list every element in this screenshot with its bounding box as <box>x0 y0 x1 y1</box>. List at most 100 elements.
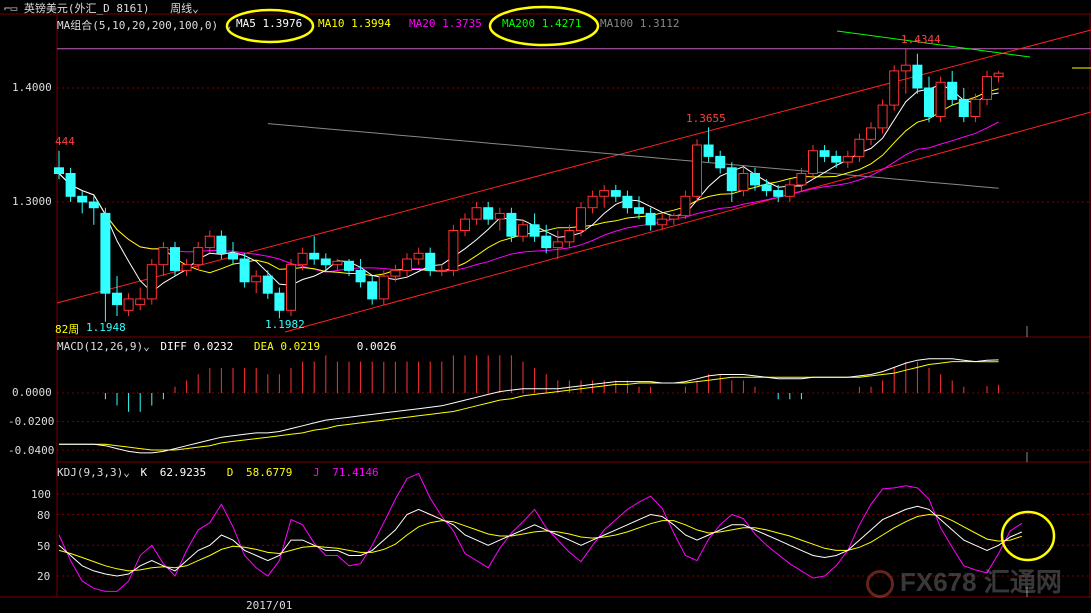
kdj-y-tick: 20 <box>37 570 51 583</box>
macd-legend: MACD(12,26,9)⌄ DIFF 0.0232 DEA 0.0219 0.… <box>57 340 396 353</box>
candle-body <box>425 252 436 271</box>
ma100-value: 1.3112 <box>639 17 680 30</box>
candle-body <box>170 247 180 271</box>
candle-body <box>320 258 331 266</box>
candle-body <box>645 212 656 226</box>
candle-body <box>460 218 470 232</box>
candle-body <box>784 184 795 197</box>
macd-y-tick: -0.0400 <box>8 444 55 457</box>
candle-body <box>819 150 830 157</box>
candle-body <box>216 235 227 254</box>
candle-body <box>518 224 528 237</box>
candle-body <box>842 155 853 163</box>
chevron-down-icon[interactable]: ⌄ <box>123 466 130 479</box>
ma20-legend: MA20 1.3735 <box>409 17 482 30</box>
candle-body <box>262 275 273 294</box>
candle-body <box>251 275 262 283</box>
macd-y-tick: 0.0000 <box>12 386 52 399</box>
watermark-circle-icon <box>866 570 894 599</box>
candle-body <box>471 207 482 220</box>
candle-body <box>158 247 169 266</box>
candle-body <box>877 104 888 129</box>
chart-type-icon[interactable]: ⌐▭ <box>4 2 17 15</box>
channel-upper-line <box>56 29 1091 304</box>
candle-body <box>483 207 494 220</box>
kdj-y-tick: 80 <box>37 509 51 522</box>
chart-canvas[interactable] <box>0 0 1091 613</box>
diff-value: 0.0232 <box>193 340 234 353</box>
candle-body <box>587 195 598 209</box>
d-label: D <box>226 466 234 479</box>
chevron-down-icon[interactable]: ⌄ <box>225 19 232 32</box>
annotation-high-mid: 1.3655 <box>686 112 726 125</box>
candle-body <box>773 190 784 197</box>
kdj-indicator-label[interactable]: KDJ(9,3,3) <box>57 466 123 479</box>
candle-body <box>77 195 88 203</box>
ma200-legend: MA200 1.4271 <box>502 17 582 30</box>
ma-indicator-label[interactable]: MA组合(5,10,20,200,100,0) <box>57 19 218 32</box>
j-label: J <box>312 466 320 479</box>
candle-body <box>866 127 876 140</box>
d-value: 58.6779 <box>245 466 293 479</box>
candle-body <box>924 87 934 117</box>
candle-body <box>390 269 401 277</box>
candle-body <box>286 264 296 311</box>
candle-body <box>657 218 668 226</box>
candle-body <box>135 298 146 306</box>
ma200-label: MA200 <box>502 17 536 30</box>
candle-body <box>204 235 215 249</box>
candle-body <box>912 64 923 89</box>
period-selector[interactable]: 周线⌄ <box>170 2 199 15</box>
kdj-legend: KDJ(9,3,3)⌄ K 62.9235 D 58.6779 J 71.414… <box>57 466 379 479</box>
candle-body <box>599 190 610 197</box>
y-tick-label: 1.3000 <box>12 195 52 208</box>
candle-body <box>529 224 540 237</box>
y-tick-label: 1.4000 <box>12 81 52 94</box>
candle-body <box>750 173 760 186</box>
candle-body <box>344 260 354 271</box>
ma200-value: 1.4271 <box>541 17 582 30</box>
diff-line <box>59 358 999 454</box>
candle-body <box>715 155 726 169</box>
candle-body <box>993 72 1004 78</box>
candle-body <box>65 173 76 197</box>
candle-body <box>332 260 343 266</box>
candle-body <box>88 201 99 209</box>
ma-legend: MA组合(5,10,20,200,100,0) ⌄ <box>57 17 231 33</box>
candle-body <box>541 235 552 249</box>
candle-body <box>622 195 633 209</box>
candle-body <box>413 252 424 260</box>
chevron-down-icon[interactable]: ⌄ <box>143 340 150 353</box>
watermark-text: FX678 汇通网 <box>900 567 1062 597</box>
candle-body <box>982 76 992 100</box>
k-label: K <box>140 466 148 479</box>
ma100-legend: MA100 1.3112 <box>600 17 680 30</box>
candle-body <box>576 207 586 231</box>
candle-body <box>831 155 842 163</box>
candle-body <box>448 230 459 271</box>
j-value: 71.4146 <box>332 466 379 479</box>
ma100-label: MA100 <box>600 17 634 30</box>
channel-lower-line <box>284 111 1091 333</box>
dea-line <box>59 361 999 451</box>
ma10-label: MA10 <box>318 17 345 30</box>
candle-body <box>935 81 946 118</box>
dea-label: DEA <box>253 340 274 353</box>
kdj-highlight-circle <box>1000 510 1056 562</box>
candle-body <box>947 81 958 100</box>
kdj-y-tick: 100 <box>31 488 51 501</box>
candle-body <box>309 252 320 260</box>
plot-frame <box>56 13 1091 598</box>
ma20-label: MA20 <box>409 17 436 30</box>
candle-body <box>958 98 969 118</box>
annotation-low-mid: 1.1982 <box>265 318 305 331</box>
ma5-value: 1.3976 <box>262 17 303 30</box>
macd-indicator-label[interactable]: MACD(12,26,9) <box>57 340 143 353</box>
candle-body <box>123 298 134 311</box>
annotation-low-left: 1.1948 <box>86 321 126 334</box>
candle-body <box>761 184 772 192</box>
ma100-line <box>267 123 999 189</box>
candle-body <box>726 167 737 192</box>
dea-value: 0.0219 <box>280 340 321 353</box>
candle-body <box>239 258 250 283</box>
